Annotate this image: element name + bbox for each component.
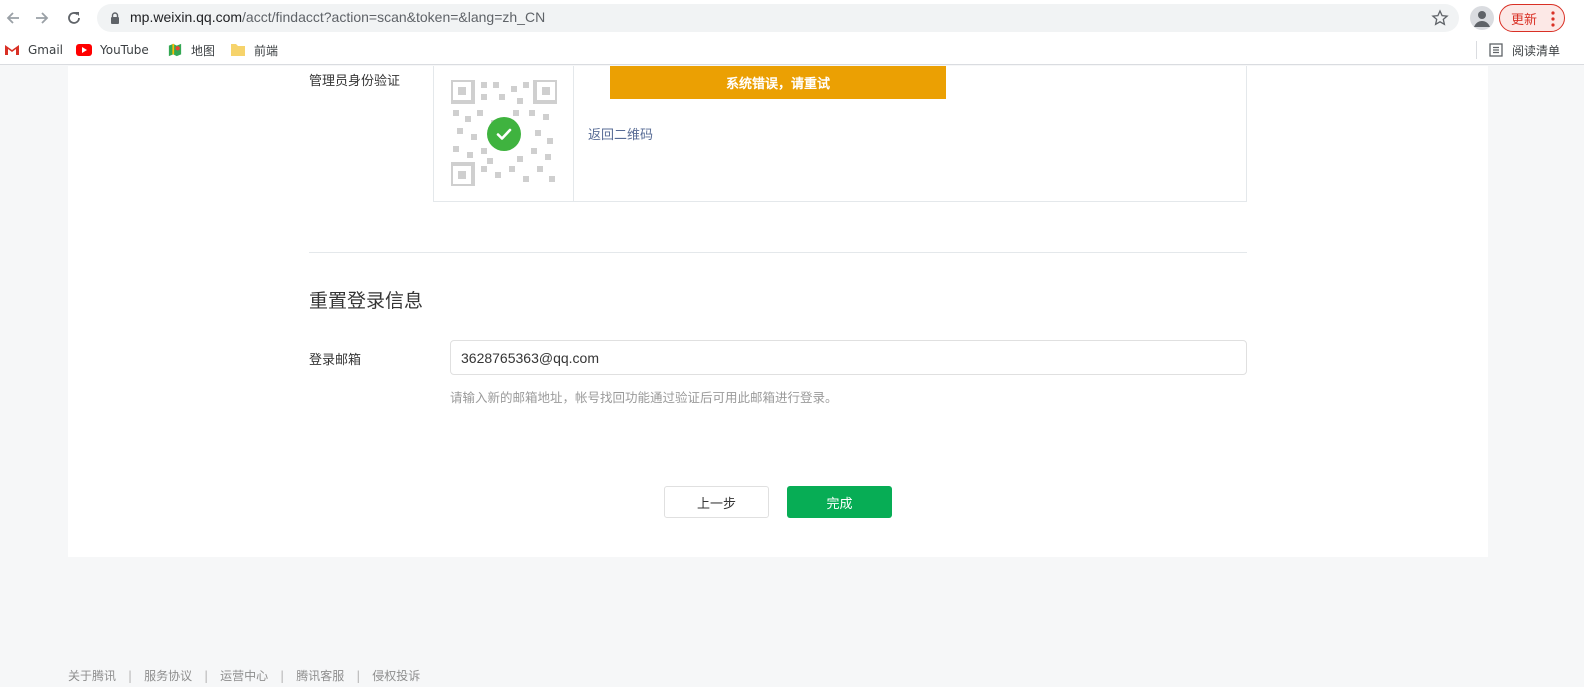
main-card: 管理员身份验证 系统错误，请重试 返回二维码 重置登录信息 登录邮箱 36287… [68,66,1488,557]
section-divider [309,252,1247,253]
footer-link-terms[interactable]: 服务协议 [144,667,192,684]
footer-link-ops[interactable]: 运营中心 [220,667,268,684]
bookmarks-bar: Gmail YouTube 地图 前端 阅读清单 [0,36,1584,65]
url-text: mp.weixin.qq.com/acct/findacct?action=sc… [130,9,546,25]
email-label: 登录邮箱 [309,353,362,368]
error-banner: 系统错误，请重试 [610,66,946,99]
reading-list-button[interactable]: 阅读清单 [1476,41,1560,59]
footer-separator: | [280,668,285,683]
check-icon [487,117,521,151]
back-button[interactable] [0,5,26,31]
lock-icon [111,12,119,24]
folder-icon [231,44,245,56]
bookmark-youtube[interactable]: YouTube [76,41,149,59]
footer-link-support[interactable]: 腾讯客服 [296,667,344,684]
footer-link-about[interactable]: 关于腾讯 [68,667,116,684]
bookmark-gmail[interactable]: Gmail [4,41,63,59]
address-bar[interactable]: mp.weixin.qq.com/acct/findacct?action=sc… [97,4,1459,32]
bookmark-maps[interactable]: 地图 [167,41,215,59]
reload-button[interactable] [61,5,87,31]
more-vert-icon [1551,11,1555,27]
section-title: 重置登录信息 [309,290,424,312]
footer-separator: | [204,668,209,683]
bookmark-star-icon[interactable] [1431,9,1449,27]
footer-links: 关于腾讯 | 服务协议 | 运营中心 | 腾讯客服 | 侵权投诉 [68,667,420,684]
back-to-qr-link[interactable]: 返回二维码 [588,124,653,143]
browser-toolbar: mp.weixin.qq.com/acct/findacct?action=sc… [0,0,1584,36]
verify-divider [573,66,574,202]
arrow-left-icon [6,12,19,24]
footer-separator: | [356,668,361,683]
verify-box: 系统错误，请重试 返回二维码 [433,66,1247,202]
email-input[interactable] [450,340,1247,375]
done-button[interactable]: 完成 [787,486,892,518]
reload-icon [68,12,80,24]
update-button[interactable]: 更新 [1499,4,1565,32]
prev-step-button[interactable]: 上一步 [664,486,769,518]
footer-separator: | [128,668,133,683]
bookmark-folder[interactable]: 前端 [230,41,278,59]
gmail-icon [5,45,19,55]
forward-button[interactable] [29,5,55,31]
arrow-right-icon [36,12,49,24]
verify-label: 管理员身份验证 [309,74,401,89]
youtube-icon [76,44,92,56]
toolbar-divider [1476,41,1477,59]
profile-avatar[interactable] [1470,6,1494,30]
reading-list-icon [1489,43,1503,57]
email-hint: 请输入新的邮箱地址，帐号找回功能通过验证后可用此邮箱进行登录。 [450,390,838,405]
person-icon [1474,11,1490,27]
footer-link-complaint[interactable]: 侵权投诉 [372,667,420,684]
maps-icon [168,43,182,57]
